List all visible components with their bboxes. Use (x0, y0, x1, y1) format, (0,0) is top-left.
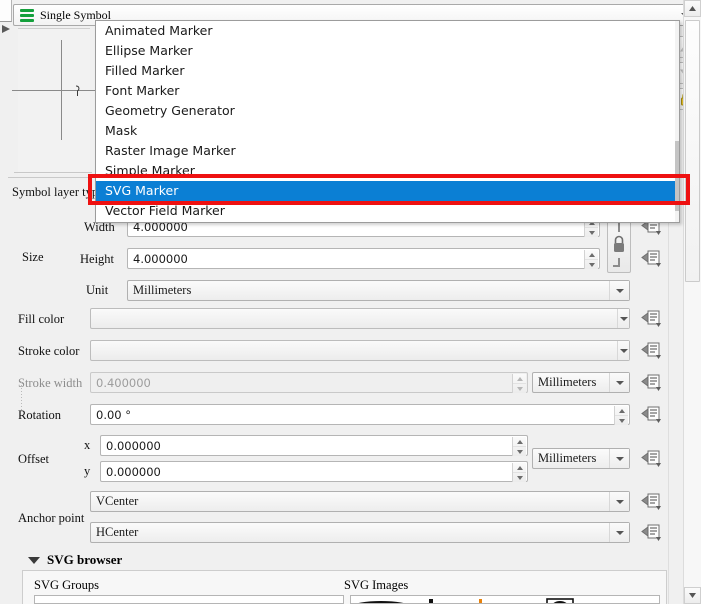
stroke-width-data-defined-override-button[interactable] (640, 372, 662, 392)
dropdown-item-9[interactable]: Vector Field Marker (96, 201, 679, 221)
dropdown-item-4[interactable]: Geometry Generator (96, 101, 679, 121)
single-symbol-green-bars-icon (20, 8, 34, 22)
rotation-stepper[interactable] (614, 406, 628, 425)
fill-color-label: Fill color (18, 312, 65, 326)
data-defined-override-icon (641, 250, 661, 267)
rotation-input[interactable]: 0.00 ° (90, 404, 630, 425)
stroke-width-label: Stroke width (18, 376, 83, 390)
svg-images-list[interactable] (350, 595, 660, 604)
offset-y-label: y (84, 464, 91, 478)
main-vertical-scrollbar[interactable] (683, 0, 701, 604)
stroke-width-input[interactable]: 0.400000 (90, 372, 528, 393)
stroke-color-chevron-down-icon[interactable] (617, 341, 629, 360)
offset-x-stepper[interactable] (512, 437, 526, 456)
fill-color-data-defined-override-button[interactable] (640, 308, 662, 328)
fill-color-chevron-down-icon[interactable] (617, 309, 629, 328)
left-panel-strip (0, 0, 12, 604)
dropdown-item-svg-marker[interactable]: SVG Marker (96, 181, 679, 201)
dropdown-item-7[interactable]: Simple Marker (96, 161, 679, 181)
height-data-defined-override-button[interactable] (640, 248, 662, 268)
panel-divider (668, 180, 669, 604)
offset-data-defined-override-button[interactable] (640, 448, 662, 468)
svg-browser-title: SVG browser (47, 552, 123, 567)
stroke-width-stepper[interactable] (512, 374, 526, 393)
size-unit-chevron-down-icon[interactable] (609, 281, 629, 300)
data-defined-override-icon (641, 406, 661, 423)
scroll-down-button[interactable] (684, 587, 701, 604)
stroke-color-data-defined-override-button[interactable] (640, 340, 662, 360)
svg-image-thumbnails (358, 598, 574, 603)
data-defined-override-icon (641, 342, 661, 359)
scroll-up-button[interactable] (684, 0, 701, 17)
fill-color-button[interactable] (90, 308, 630, 329)
rotation-label: Rotation (18, 408, 62, 422)
stroke-width-unit-combobox[interactable]: Millimeters (532, 372, 630, 393)
anchor-horizontal-chevron-down-icon[interactable] (609, 523, 629, 542)
arrow-up-icon (689, 6, 696, 11)
anchor-point-label: Anchor point (18, 511, 85, 525)
collapse-triangle-down-icon[interactable] (28, 556, 40, 564)
symbol-layer-type-dropdown-list[interactable]: Animated Marker Ellipse Marker Filled Ma… (95, 20, 680, 223)
offset-y-stepper[interactable] (512, 463, 526, 482)
height-input[interactable]: 4.000000 (127, 248, 600, 269)
anchor-vertical-data-defined-override-button[interactable] (640, 491, 662, 511)
stroke-color-button[interactable] (90, 340, 630, 361)
offset-label: Offset (18, 452, 50, 466)
symbol-properties-dialog: Single Symbol Symbol layer type Size Wid… (0, 0, 701, 604)
symbol-preview-panel (18, 28, 90, 174)
dropdown-scrollbar[interactable] (675, 21, 679, 222)
left-strip-box (0, 0, 12, 22)
svg-groups-label: SVG Groups (34, 578, 99, 592)
dropdown-item-2[interactable]: Filled Marker (96, 61, 679, 81)
offset-x-input[interactable]: 0.000000 (100, 435, 528, 456)
chain-lock-icon (613, 222, 624, 267)
offset-unit-combobox[interactable]: Millimeters (532, 448, 630, 469)
size-unit-combobox[interactable]: Millimeters (127, 280, 630, 301)
offset-x-label: x (84, 438, 91, 452)
anchor-horizontal-combobox[interactable]: HCenter (90, 522, 630, 543)
arrow-down-icon (689, 593, 696, 598)
svg-browser-section-header[interactable]: SVG browser (28, 552, 122, 568)
anchor-vertical-combobox[interactable]: VCenter (90, 491, 630, 512)
svg-groups-tree[interactable] (34, 595, 344, 604)
data-defined-override-icon (641, 524, 661, 541)
svg-images-label: SVG Images (344, 578, 409, 592)
anchor-horizontal-data-defined-override-button[interactable] (640, 522, 662, 542)
stroke-width-unit-chevron-down-icon[interactable] (609, 373, 629, 392)
offset-y-input[interactable]: 0.000000 (100, 461, 528, 482)
dropdown-item-5[interactable]: Mask (96, 121, 679, 141)
stroke-color-label: Stroke color (18, 344, 80, 358)
layout-guide (21, 382, 22, 410)
symbol-layer-type-label: Symbol layer type (12, 185, 104, 199)
data-defined-override-icon (641, 493, 661, 510)
data-defined-override-icon (641, 450, 661, 467)
height-label: Height (80, 252, 115, 266)
dropdown-item-1[interactable]: Ellipse Marker (96, 41, 679, 61)
anchor-vertical-chevron-down-icon[interactable] (609, 492, 629, 511)
offset-unit-chevron-down-icon[interactable] (609, 449, 629, 468)
height-stepper[interactable] (584, 250, 598, 269)
preview-divider (14, 172, 92, 173)
dropdown-item-0[interactable]: Animated Marker (96, 21, 679, 41)
lock-aspect-ratio-button[interactable] (607, 219, 631, 273)
data-defined-override-icon (641, 310, 661, 327)
data-defined-override-icon (641, 374, 661, 391)
rotation-data-defined-override-button[interactable] (640, 404, 662, 424)
dropdown-item-6[interactable]: Raster Image Marker (96, 141, 679, 161)
preview-marker-glyph (75, 85, 80, 96)
dropdown-scrollbar-thumb[interactable] (675, 141, 679, 211)
unit-label: Unit (86, 283, 109, 297)
form-separator (8, 177, 88, 178)
collapse-arrow-icon[interactable] (1, 24, 11, 34)
dropdown-item-3[interactable]: Font Marker (96, 81, 679, 101)
size-label: Size (22, 250, 44, 264)
scrollbar-thumb[interactable] (685, 20, 700, 282)
